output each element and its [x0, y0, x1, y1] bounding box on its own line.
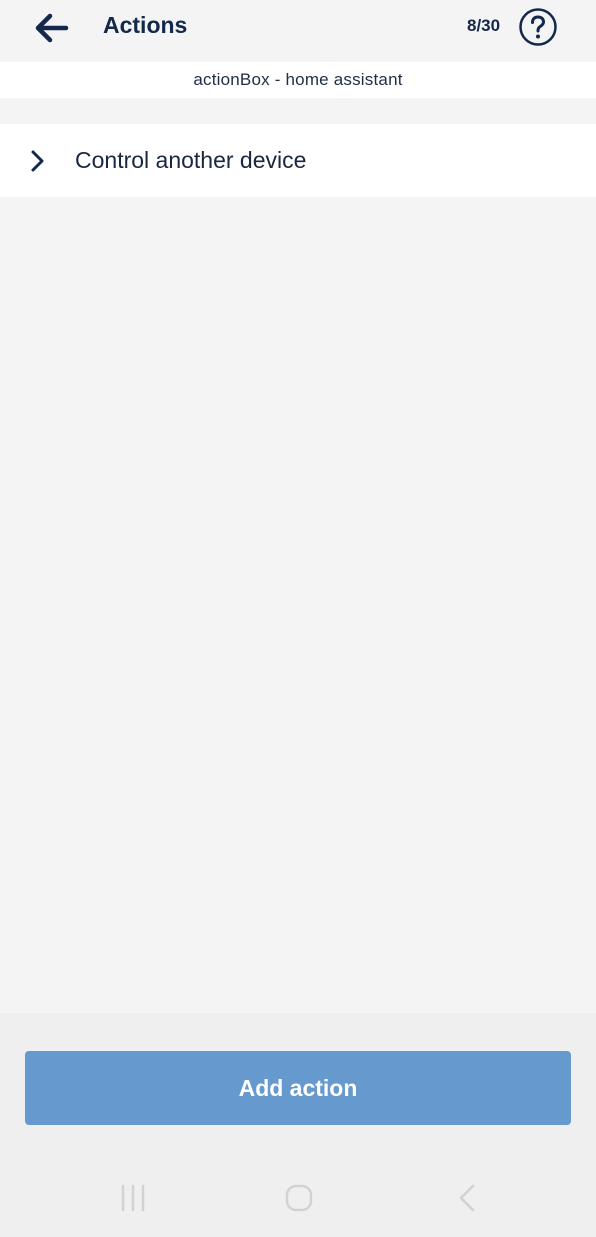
home-icon [285, 1184, 313, 1212]
chevron-right-icon [31, 150, 44, 172]
help-button[interactable] [518, 7, 558, 47]
page-title: Actions [103, 12, 188, 38]
home-button[interactable] [283, 1183, 315, 1213]
recent-apps-button[interactable] [117, 1183, 149, 1213]
back-icon [459, 1184, 475, 1212]
recent-apps-icon [121, 1184, 145, 1212]
action-item-control-another-device[interactable]: Control another device [0, 124, 596, 197]
footer: Add action [0, 1013, 596, 1237]
top-app-bar: Actions 8/30 [0, 0, 596, 62]
system-back-button[interactable] [452, 1183, 482, 1213]
device-name-bar: actionBox - home assistant [0, 62, 596, 98]
question-circle-icon [519, 8, 557, 46]
device-name: actionBox - home assistant [193, 70, 403, 89]
action-counter: 8/30 [467, 16, 501, 35]
back-button[interactable] [28, 8, 76, 48]
system-navigation-bar [0, 1168, 596, 1228]
arrow-left-icon [35, 13, 69, 43]
add-action-button[interactable]: Add action [25, 1051, 571, 1125]
actions-list-area [0, 197, 596, 1013]
action-item-label: Control another device [75, 147, 307, 173]
